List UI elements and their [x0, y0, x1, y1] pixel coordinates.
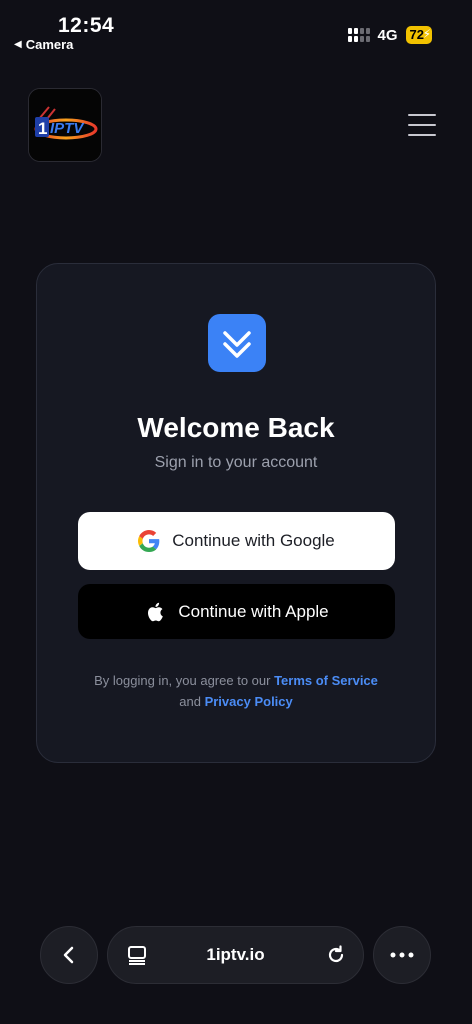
network-type: 4G — [377, 26, 398, 44]
menu-line — [408, 124, 436, 126]
more-options-button[interactable] — [373, 926, 431, 984]
status-indicators: 4G 72 ⚡ — [347, 26, 432, 44]
terms-of-service-link[interactable]: Terms of Service — [274, 673, 378, 688]
browser-back-button[interactable] — [40, 926, 98, 984]
continue-with-apple-button[interactable]: Continue with Apple — [78, 584, 395, 639]
1iptv-logo-icon: 1 IPTV — [29, 89, 101, 161]
legal-notice: By logging in, you agree to our Terms of… — [37, 670, 435, 712]
status-time: 12:54 — [58, 14, 115, 37]
legal-and: and — [179, 694, 201, 709]
chevron-left-icon — [63, 946, 74, 964]
hamburger-menu-button[interactable] — [408, 114, 436, 136]
continue-with-google-button[interactable]: Continue with Google — [78, 512, 395, 570]
back-to-app-link[interactable]: ◀ Camera — [14, 37, 73, 52]
login-card: Welcome Back Sign in to your account Con… — [36, 263, 436, 763]
reload-icon[interactable] — [325, 944, 347, 971]
legal-prefix: By logging in, you agree to our — [94, 673, 271, 688]
welcome-title: Welcome Back — [137, 412, 335, 443]
charging-bolt-icon: ⚡ — [422, 27, 431, 41]
back-app-label: Camera — [25, 37, 74, 52]
address-bar[interactable]: 1iptv.io — [107, 926, 364, 984]
double-chevron-down-icon — [208, 314, 266, 372]
site-logo[interactable]: 1 IPTV — [28, 88, 102, 162]
menu-line — [408, 134, 436, 136]
more-dots-icon — [390, 952, 414, 958]
welcome-subtitle: Sign in to your account — [154, 454, 318, 471]
menu-line — [408, 114, 436, 116]
screen: 12:54 ◀ Camera 4G 72 ⚡ 1 IPTV Welcome Ba… — [0, 0, 472, 1024]
google-icon — [138, 530, 160, 552]
privacy-policy-link[interactable]: Privacy Policy — [205, 694, 293, 709]
apple-icon — [144, 601, 166, 623]
svg-text:IPTV: IPTV — [50, 120, 85, 137]
back-triangle-icon: ◀ — [14, 39, 22, 50]
apple-button-label: Continue with Apple — [178, 601, 329, 621]
google-button-label: Continue with Google — [172, 531, 335, 550]
svg-text:1: 1 — [38, 119, 47, 138]
signal-strength-icon — [347, 28, 370, 42]
battery-indicator: 72 ⚡ — [405, 26, 432, 44]
